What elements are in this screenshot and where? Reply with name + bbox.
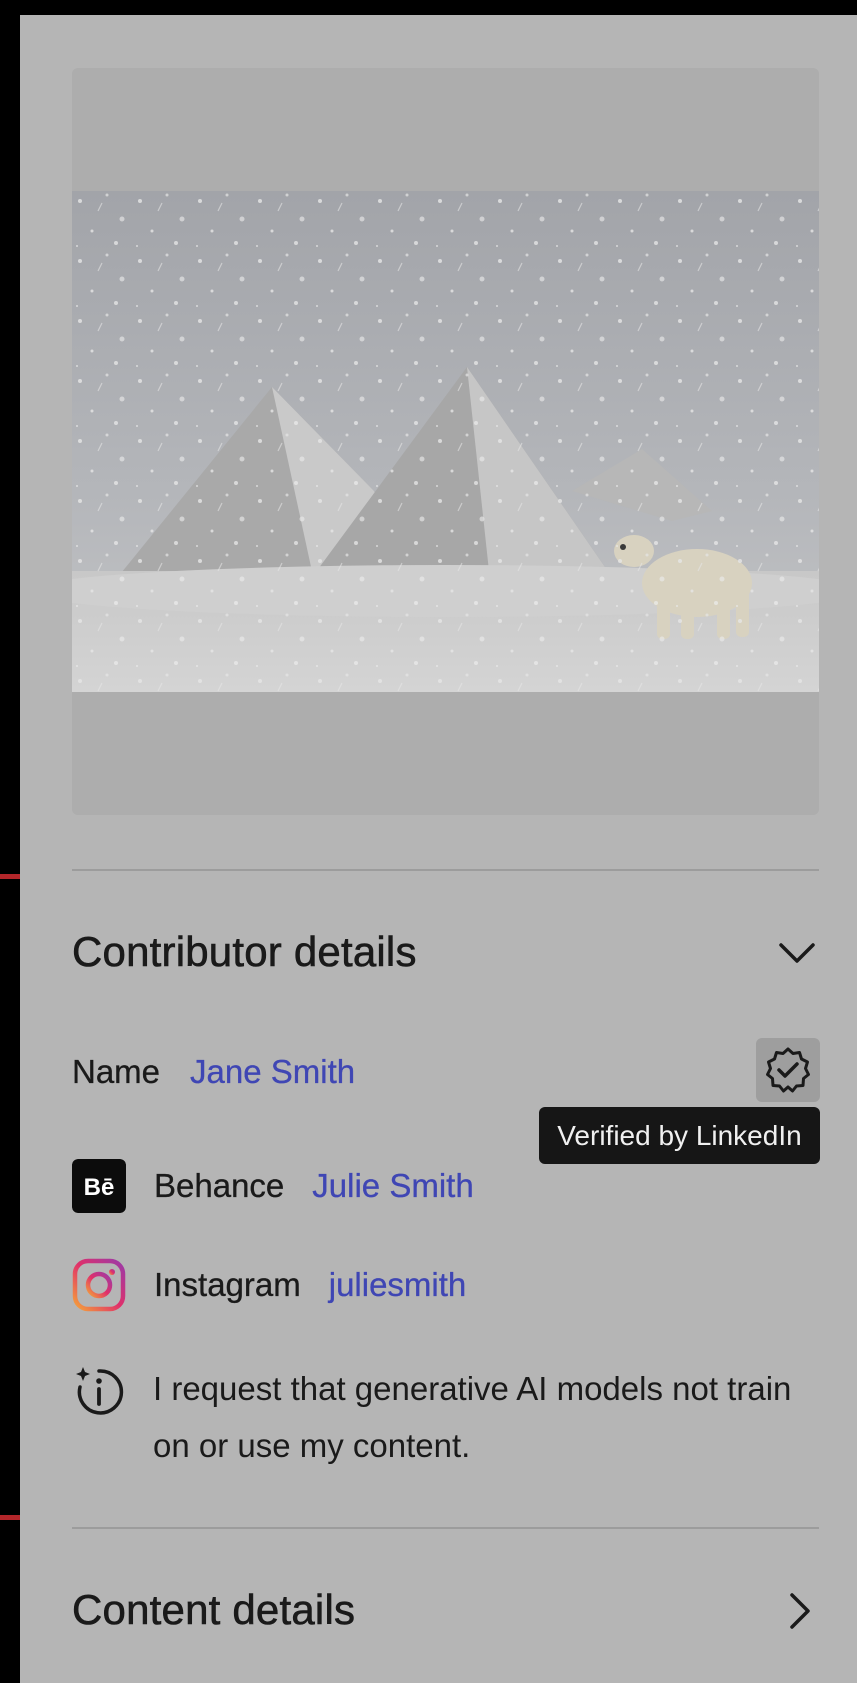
- content-details-title: Content details: [72, 1586, 356, 1634]
- instagram-link[interactable]: juliesmith: [329, 1266, 467, 1304]
- instagram-label: Instagram: [154, 1266, 301, 1303]
- instagram-icon: [72, 1258, 126, 1312]
- ai-notice: I request that generative AI models not …: [72, 1365, 832, 1474]
- ai-info-icon: [76, 1367, 124, 1415]
- ai-notice-text: I request that generative AI models not …: [153, 1370, 792, 1464]
- behance-icon: Bē: [72, 1159, 126, 1213]
- verified-tooltip: Verified by LinkedIn: [539, 1107, 820, 1164]
- contributor-details-title: Contributor details: [72, 928, 417, 976]
- left-edge-marker-top: [0, 874, 20, 879]
- instagram-row: Instagram juliesmith: [72, 1257, 466, 1313]
- verified-badge-icon: [766, 1047, 810, 1093]
- chevron-right-icon[interactable]: [778, 1589, 822, 1633]
- svg-text:Bē: Bē: [84, 1174, 115, 1201]
- chevron-down-icon[interactable]: [775, 931, 819, 975]
- preview-image: [72, 191, 819, 692]
- behance-row: Bē Behance Julie Smith: [72, 1158, 474, 1214]
- name-row: Name Jane Smith: [72, 1044, 355, 1100]
- divider-bottom: [72, 1527, 819, 1529]
- verified-badge-button[interactable]: [756, 1038, 820, 1102]
- behance-link[interactable]: Julie Smith: [312, 1167, 474, 1205]
- name-label: Name: [72, 1053, 161, 1090]
- left-edge-marker-bottom: [0, 1515, 20, 1520]
- asset-preview: [72, 68, 819, 815]
- behance-label: Behance: [154, 1167, 285, 1204]
- name-link[interactable]: Jane Smith: [190, 1053, 355, 1091]
- details-panel: Contributor details Name Jane Smith Veri…: [20, 15, 857, 1683]
- divider-top: [72, 869, 819, 871]
